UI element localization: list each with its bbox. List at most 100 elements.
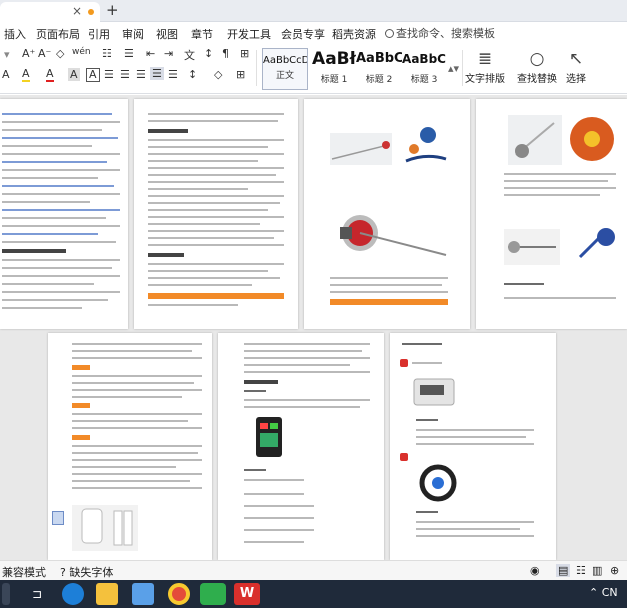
align-left-icon[interactable]: ☰ xyxy=(104,68,114,81)
page-thumbnail[interactable] xyxy=(134,99,298,329)
show-marks-icon[interactable]: ¶ xyxy=(222,47,229,60)
magnifier-icon: ○ xyxy=(529,49,545,69)
style-normal-sample: AaBbCcDd xyxy=(263,55,307,66)
menu-chapter[interactable]: 章节 xyxy=(191,26,213,42)
edge-browser-icon[interactable] xyxy=(62,583,84,605)
eye-protection-icon[interactable]: ◉ xyxy=(530,564,540,577)
start-button[interactable] xyxy=(2,583,10,605)
table-borders-icon[interactable]: ⊞ xyxy=(240,47,249,60)
text-layout-button[interactable]: ≣ 文字排版 xyxy=(464,48,506,85)
pinyin-button[interactable]: wén xyxy=(72,47,91,57)
select-button[interactable]: ↖ 选择 xyxy=(562,48,590,85)
windows-taskbar: ⊐ W ⌃ CN xyxy=(0,580,627,608)
align-center-icon[interactable]: ☰ xyxy=(120,68,130,81)
align-right-icon[interactable]: ☰ xyxy=(136,68,146,81)
foil-guard-image xyxy=(396,123,454,167)
missing-font-icon: ? xyxy=(60,566,66,579)
search-placeholder: 查找命令、搜索模板 xyxy=(396,27,495,40)
missing-fonts-label: 缺失字体 xyxy=(69,566,114,579)
wps-writer-icon[interactable]: W xyxy=(234,583,260,605)
font-grow-button[interactable]: A⁺ xyxy=(22,47,35,60)
brand-logo-icon xyxy=(400,453,408,461)
select-label: 选择 xyxy=(566,74,586,85)
text-layout-icon: ≣ xyxy=(477,49,493,69)
font-size-dropdown-icon[interactable]: ▾ xyxy=(4,48,10,61)
style-normal[interactable]: AaBbCcDd 正文 xyxy=(262,48,308,90)
page-thumbnail[interactable] xyxy=(304,99,470,329)
missing-fonts-button[interactable]: ? 缺失字体 xyxy=(60,564,113,580)
page-view-icon[interactable]: ▤ xyxy=(556,564,571,577)
menu-view[interactable]: 视图 xyxy=(156,26,178,42)
blue-hilt-image xyxy=(574,223,622,263)
menu-insert[interactable]: 插入 xyxy=(4,26,26,42)
new-tab-button[interactable]: + xyxy=(106,1,119,19)
shading-icon[interactable]: ◇ xyxy=(214,68,222,81)
reading-view-icon[interactable]: ▥ xyxy=(592,564,602,577)
page-thumbnail[interactable] xyxy=(476,99,627,329)
justify-icon[interactable]: ☰ xyxy=(150,67,164,80)
toolbar-separator xyxy=(462,50,463,86)
format-toolbar: ▾ A⁺ A⁻ ◇ wén ☷ ☰ ⇤ ⇥ 文 ↕ ¶ ⊞ A A A A A … xyxy=(0,44,627,94)
file-explorer-icon[interactable] xyxy=(96,583,118,605)
menu-docer[interactable]: 稻壳资源 xyxy=(332,26,376,42)
ribbon-menu: 插入 页面布局 引用 审阅 视图 章节 开发工具 会员专享 稻壳资源 查找命令、… xyxy=(0,22,627,44)
compat-mode-label[interactable]: 兼容模式 xyxy=(2,564,46,580)
clear-format-button[interactable]: ◇ xyxy=(56,47,64,60)
style-h3-label: 标题 3 xyxy=(410,75,438,85)
line-spacing-icon[interactable]: ↕ xyxy=(188,68,197,81)
outline-view-icon[interactable]: ☷ xyxy=(576,564,586,577)
task-view-icon[interactable]: ⊐ xyxy=(26,583,48,605)
store-icon[interactable] xyxy=(132,583,154,605)
text-layout-label: 文字排版 xyxy=(465,74,505,85)
page-thumbnail[interactable] xyxy=(218,333,384,560)
page-thumbnail[interactable] xyxy=(48,333,212,560)
wechat-icon[interactable] xyxy=(200,583,226,605)
epee-grip-image xyxy=(504,229,560,265)
page-thumbnail[interactable] xyxy=(390,333,556,560)
fencing-uniform-image xyxy=(72,505,138,551)
style-heading-1[interactable]: AaBł 标题 1 xyxy=(312,48,356,90)
distributed-align-icon[interactable]: ☰ xyxy=(168,68,178,81)
web-view-icon[interactable]: ⊕ xyxy=(610,564,619,577)
chevron-up-icon[interactable]: ⌃ xyxy=(589,586,598,599)
close-tab-icon[interactable]: × xyxy=(72,4,82,18)
find-replace-button[interactable]: ○ 查找替换 xyxy=(514,48,560,85)
numbered-list-icon[interactable]: ☰ xyxy=(124,47,134,60)
style-heading-3[interactable]: AaBbC 标题 3 xyxy=(402,48,446,90)
style-h2-sample: AaBbC xyxy=(356,51,402,66)
ime-label: CN xyxy=(601,586,618,599)
char-shading-button[interactable]: A xyxy=(68,68,80,81)
style-h1-label: 标题 1 xyxy=(320,75,348,85)
document-icon[interactable] xyxy=(52,511,64,525)
font-color-button[interactable]: A xyxy=(46,68,54,82)
document-tab[interactable]: × xyxy=(0,2,100,22)
font-shrink-button[interactable]: A⁻ xyxy=(38,47,51,60)
decrease-indent-icon[interactable]: ⇤ xyxy=(146,47,155,60)
text-effect-icon[interactable]: A xyxy=(2,68,10,81)
chinese-layout-icon[interactable]: 文 xyxy=(184,47,195,63)
scoring-machine-image xyxy=(412,373,458,409)
menu-references[interactable]: 引用 xyxy=(88,26,110,42)
ime-indicator[interactable]: ⌃ CN xyxy=(589,586,618,599)
style-scroll-icon[interactable]: ▴▾ xyxy=(448,62,459,75)
status-bar: 兼容模式 ? 缺失字体 ◉ ▤ ☷ ▥ ⊕ xyxy=(0,560,627,580)
style-heading-2[interactable]: AaBbC 标题 2 xyxy=(356,48,402,90)
chrome-icon[interactable] xyxy=(168,583,190,605)
bullet-list-icon[interactable]: ☷ xyxy=(102,47,112,60)
page-thumbnail[interactable] xyxy=(0,99,128,329)
char-border-button[interactable]: A xyxy=(86,68,100,82)
epee-sword-image xyxy=(330,197,448,273)
borders-icon[interactable]: ⊞ xyxy=(236,68,245,81)
cursor-arrow-icon: ↖ xyxy=(568,49,584,69)
menu-developer[interactable]: 开发工具 xyxy=(227,26,271,42)
menu-page-layout[interactable]: 页面布局 xyxy=(36,26,80,42)
increase-indent-icon[interactable]: ⇥ xyxy=(164,47,173,60)
sort-icon[interactable]: ↕ xyxy=(204,47,213,60)
unsaved-dot-icon xyxy=(88,9,94,15)
search-command[interactable]: 查找命令、搜索模板 xyxy=(385,25,495,41)
menu-review[interactable]: 审阅 xyxy=(122,26,144,42)
document-canvas[interactable] xyxy=(0,95,627,560)
highlight-button[interactable]: A xyxy=(22,68,30,82)
menu-member[interactable]: 会员专享 xyxy=(281,26,325,42)
style-h3-sample: AaBbC xyxy=(402,52,446,66)
